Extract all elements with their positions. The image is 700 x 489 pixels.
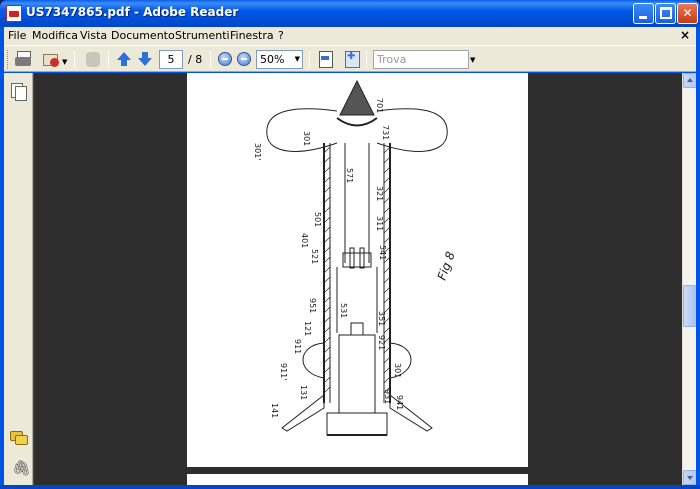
zoom-value: 50% — [260, 53, 284, 66]
toolbar-separator — [309, 51, 310, 68]
menu-file[interactable]: File — [8, 29, 26, 42]
drawing-label: 131 — [299, 385, 308, 400]
window-frame-right — [696, 27, 700, 489]
drawing-label: 571 — [345, 168, 354, 183]
pdf-file-icon — [6, 5, 22, 22]
minimize-icon — [639, 16, 647, 19]
maximize-button[interactable] — [655, 3, 676, 24]
fit-width-icon[interactable] — [343, 50, 360, 69]
drawing-label: 701 — [375, 98, 384, 113]
zoom-dropdown-arrow[interactable]: ▼ — [295, 51, 300, 68]
attachments-icon[interactable]: 🖇 — [12, 459, 31, 477]
email-icon[interactable] — [41, 50, 61, 69]
toolbar-separator — [108, 51, 109, 68]
adobe-reader-window: US7347865.pdf - Adobe Reader ✕ File Modi… — [0, 0, 700, 489]
scroll-down-button[interactable] — [683, 470, 697, 485]
previous-page-icon[interactable] — [116, 50, 133, 69]
menu-documento[interactable]: Documento — [111, 29, 175, 42]
drawing-label: 931 — [383, 389, 392, 404]
next-pdf-page — [187, 474, 528, 485]
print-icon[interactable] — [14, 50, 32, 69]
menu-modifica[interactable]: Modifica — [32, 29, 78, 42]
toolbar-separator — [210, 51, 211, 68]
window-frame-bottom — [0, 485, 700, 489]
zoom-in-icon[interactable] — [237, 52, 251, 66]
toolbar-separator — [366, 51, 367, 68]
drawing-label: 541 — [378, 245, 387, 260]
drawing-label: 951 — [308, 298, 317, 313]
drawing-label: 351 — [377, 311, 386, 326]
next-page-icon[interactable] — [137, 50, 154, 69]
page-total-label: / 8 — [188, 53, 202, 66]
drawing-label: 141 — [270, 403, 279, 418]
drawing-label: 301 — [393, 363, 402, 378]
page-number-input[interactable]: 5 — [159, 50, 183, 69]
toolbar-grip[interactable] — [7, 50, 10, 69]
drawing-label: 301' — [253, 143, 262, 160]
zoom-select[interactable]: 50% ▼ — [256, 50, 303, 69]
menu-vista[interactable]: Vista — [80, 29, 107, 42]
toolbar: ▼ 5 / 8 50% ▼ Trova ▼ — [4, 45, 696, 72]
navigation-panel: 🖇 — [4, 73, 33, 485]
drawing-label: 501 — [313, 212, 322, 227]
document-viewport[interactable]: 701 301 731 301' 571 321 501 311 401 521… — [34, 73, 682, 485]
menu-strumenti[interactable]: Strumenti — [175, 29, 230, 42]
drawing-label: 301 — [302, 131, 311, 146]
drawing-label: 401 — [300, 233, 309, 248]
scroll-thumb[interactable] — [683, 285, 697, 327]
patent-drawing: 701 301 731 301' 571 321 501 311 401 521… — [187, 73, 528, 467]
toolbar-separator — [74, 51, 75, 68]
drawing-label: 911' — [279, 363, 288, 380]
menu-finestra[interactable]: Finestra — [230, 29, 274, 42]
drawing-label: 521 — [310, 249, 319, 264]
fit-page-icon[interactable] — [317, 50, 334, 69]
drawing-label: 121 — [303, 321, 312, 336]
maximize-icon — [660, 7, 672, 19]
document-close-button[interactable]: × — [680, 28, 690, 42]
search-dropdown-arrow[interactable]: ▼ — [470, 56, 475, 64]
drawing-label: 531 — [339, 303, 348, 318]
drawing-label: 911 — [293, 339, 302, 354]
figure-label: Fig 8 — [435, 249, 458, 282]
search-input[interactable]: Trova — [373, 50, 469, 69]
close-icon: ✕ — [682, 6, 692, 20]
email-dropdown-arrow[interactable]: ▼ — [62, 58, 67, 66]
pages-icon[interactable] — [11, 83, 25, 99]
close-button[interactable]: ✕ — [677, 3, 698, 24]
menu-bar: File Modifica Vista Documento Strumenti … — [4, 27, 696, 45]
hand-tool-icon[interactable] — [83, 50, 103, 69]
drawing-label: 321 — [375, 186, 384, 201]
pdf-page: 701 301 731 301' 571 321 501 311 401 521… — [187, 73, 528, 467]
window-frame-left — [0, 27, 4, 489]
drawing-label: 921 — [377, 335, 386, 350]
menu-help[interactable]: ? — [278, 29, 284, 42]
scroll-up-button[interactable] — [683, 73, 697, 88]
comments-icon[interactable] — [10, 431, 27, 444]
drawing-label: 311 — [375, 216, 384, 231]
drawing-label: 731 — [381, 125, 390, 140]
window-title: US7347865.pdf - Adobe Reader — [26, 5, 238, 19]
vertical-scrollbar[interactable] — [682, 73, 696, 485]
zoom-out-icon[interactable] — [218, 52, 232, 66]
minimize-button[interactable] — [633, 3, 654, 24]
drawing-label: 941 — [395, 395, 404, 410]
title-bar[interactable]: US7347865.pdf - Adobe Reader ✕ — [0, 0, 700, 27]
